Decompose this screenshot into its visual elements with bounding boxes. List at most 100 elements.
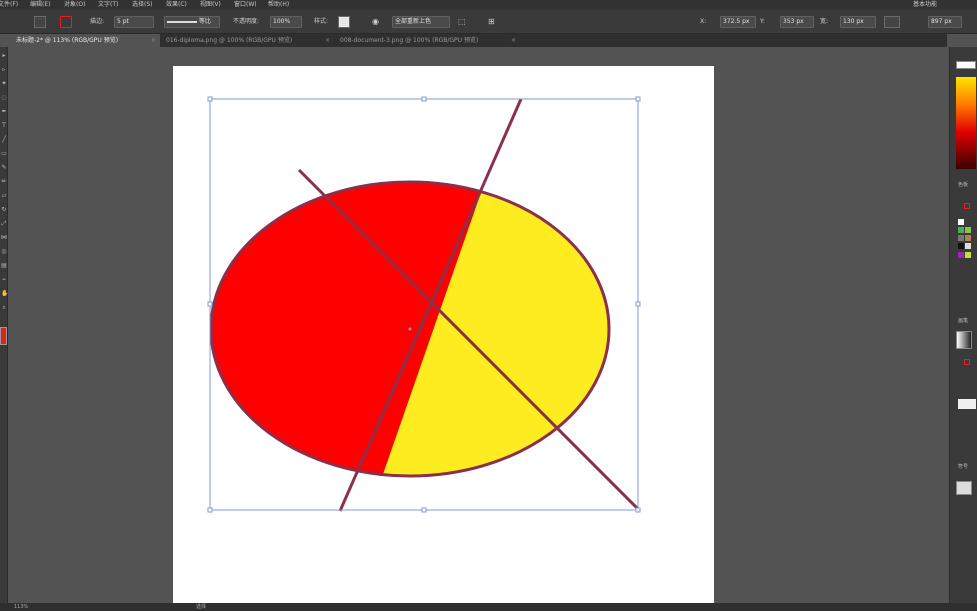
swatch-gray[interactable] — [958, 235, 964, 241]
status-bar: 113% 选择 — [0, 603, 977, 611]
close-icon[interactable]: × — [325, 34, 330, 47]
lasso-tool-icon[interactable]: ◌ — [1, 95, 7, 101]
zoom-level[interactable]: 113% — [14, 603, 28, 611]
width-tool-icon[interactable]: ⋈ — [1, 235, 7, 241]
w-label: 宽: — [820, 18, 829, 25]
magic-wand-tool-icon[interactable]: ✦ — [1, 81, 7, 87]
x-label: X: — [700, 18, 707, 25]
control-bar: 描边: 5 pt 等比 不透明度: 100% 样式: ◉ 全部重新上色 ⬚ ⊞ … — [0, 10, 977, 34]
handle-top-left[interactable] — [207, 96, 213, 102]
opacity-label: 不透明度: — [233, 18, 260, 25]
swatch-brown[interactable] — [965, 235, 971, 241]
handle-middle-left[interactable] — [207, 301, 213, 307]
symbol-thumbnail[interactable] — [956, 481, 972, 495]
menu-bar: 文件(F) 编辑(E) 对象(O) 文字(T) 选择(S) 效果(C) 视图(V… — [0, 0, 977, 10]
menu-type[interactable]: 文字(T) — [98, 0, 118, 10]
rotate-tool-icon[interactable]: ↻ — [1, 207, 7, 213]
swatch-white[interactable] — [958, 219, 964, 225]
swatch-purple[interactable] — [958, 252, 964, 258]
rectangle-tool-icon[interactable]: ▭ — [1, 151, 7, 157]
right-panel-dock: 色板 画笔 符号 — [949, 47, 977, 603]
line-tool-icon[interactable]: ╱ — [1, 137, 7, 143]
tools-panel: ▸ ▹ ✦ ◌ ✒ T ╱ ▭ ✎ ✏ ▱ ↻ ⤢ ⋈ ◎ ▤ ⌁ ✋ ⌕ — [0, 47, 8, 603]
handle-middle-right[interactable] — [635, 301, 641, 307]
menu-file[interactable]: 文件(F) — [0, 0, 18, 10]
eraser-tool-icon[interactable]: ▱ — [1, 193, 7, 199]
transform-icon[interactable]: ⊞ — [488, 16, 495, 28]
opacity-field[interactable]: 100% — [270, 16, 302, 28]
swatch-silver[interactable] — [965, 243, 971, 249]
menu-help[interactable]: 帮助(H) — [268, 0, 289, 10]
stroke-swatch[interactable] — [60, 16, 72, 28]
stroke-weight-field[interactable]: 5 pt — [114, 16, 154, 28]
menu-view[interactable]: 视图(V) — [200, 0, 221, 10]
selection-tool-icon[interactable]: ▸ — [1, 53, 7, 59]
center-point — [408, 327, 412, 331]
stroke-none-icon[interactable] — [964, 359, 970, 365]
paintbrush-tool-icon[interactable]: ✎ — [1, 165, 7, 171]
workspace-switcher[interactable]: 基本功能 — [913, 0, 937, 10]
link-proportions-icon[interactable] — [884, 16, 900, 28]
profile-label: 等比 — [198, 18, 211, 25]
y-label: Y: — [760, 18, 765, 25]
artboard[interactable] — [173, 66, 714, 603]
swatch-lime[interactable] — [965, 252, 971, 258]
close-icon[interactable]: × — [511, 34, 516, 47]
close-icon[interactable]: × — [151, 34, 156, 47]
align-icon[interactable]: ⬚ — [458, 16, 466, 28]
h-field[interactable]: 897 px — [928, 16, 962, 28]
style-label: 样式: — [314, 18, 329, 25]
swatch-green[interactable] — [958, 227, 964, 233]
tab-document-2[interactable]: 016-diploma.png @ 100% (RGB/GPU 预览) × — [162, 34, 334, 47]
scale-tool-icon[interactable]: ⤢ — [1, 221, 7, 227]
symbols-panel-title: 符号 — [958, 464, 969, 470]
handle-top-center[interactable] — [421, 96, 427, 102]
x-field[interactable]: 372.5 px — [720, 16, 756, 28]
menu-window[interactable]: 窗口(W) — [234, 0, 257, 10]
color-swatch-white[interactable] — [956, 61, 976, 69]
recolor-icon[interactable]: ◉ — [372, 16, 379, 28]
handle-bottom-left[interactable] — [207, 507, 213, 513]
tab-document-3[interactable]: 008-document-3.png @ 100% (RGB/GPU 预览) × — [336, 34, 520, 47]
direct-selection-tool-icon[interactable]: ▹ — [1, 67, 7, 73]
swatch-black[interactable] — [958, 243, 964, 249]
fill-swatch[interactable] — [34, 16, 46, 28]
pen-tool-icon[interactable]: ✒ — [1, 109, 7, 115]
handle-bottom-right[interactable] — [635, 507, 641, 513]
w-field[interactable]: 130 px — [840, 16, 876, 28]
type-tool-icon[interactable]: T — [1, 123, 7, 129]
hand-tool-icon[interactable]: ✋ — [1, 291, 8, 297]
gradient-tool-icon[interactable]: ▤ — [1, 263, 7, 269]
ellipse-fill-group — [211, 182, 609, 476]
tab-label: 未标题-2* @ 113% (RGB/GPU 预览) — [16, 37, 119, 44]
recolor-artwork-button[interactable]: 全部重新上色 — [392, 16, 450, 28]
pencil-tool-icon[interactable]: ✏ — [1, 179, 7, 185]
fill-stroke-swatch[interactable] — [0, 327, 7, 345]
menu-effect[interactable]: 效果(C) — [166, 0, 187, 10]
menu-edit[interactable]: 编辑(E) — [30, 0, 50, 10]
eyedropper-tool-icon[interactable]: ⌁ — [1, 277, 7, 283]
gradient-swatch[interactable] — [956, 331, 972, 349]
brushes-panel-title: 画笔 — [958, 318, 969, 324]
color-spectrum[interactable] — [956, 77, 976, 169]
handle-top-right[interactable] — [635, 96, 641, 102]
profile-line — [167, 20, 197, 23]
shape-builder-tool-icon[interactable]: ◎ — [1, 249, 7, 255]
handle-bottom-center[interactable] — [421, 507, 427, 513]
tab-document-1[interactable]: 未标题-2* @ 113% (RGB/GPU 预览) × — [12, 34, 160, 47]
appearance-swatch[interactable] — [958, 399, 976, 409]
tab-label: 016-diploma.png @ 100% (RGB/GPU 预览) — [166, 37, 293, 44]
menu-object[interactable]: 对象(O) — [64, 0, 85, 10]
menu-select[interactable]: 选择(S) — [132, 0, 153, 10]
graphic-style-swatch[interactable] — [338, 16, 350, 28]
tab-label: 008-document-3.png @ 100% (RGB/GPU 预览) — [340, 37, 479, 44]
swatch-lightgreen[interactable] — [965, 227, 971, 233]
none-swatch[interactable] — [964, 203, 970, 209]
variable-width-profile[interactable]: 等比 — [164, 16, 220, 28]
status-mode[interactable]: 选择 — [196, 603, 206, 611]
document-tab-bar: 未标题-2* @ 113% (RGB/GPU 预览) × 016-diploma… — [12, 34, 947, 47]
artwork-canvas[interactable] — [173, 66, 714, 603]
swatches-panel-title: 色板 — [958, 182, 969, 188]
zoom-tool-icon[interactable]: ⌕ — [1, 305, 7, 311]
y-field[interactable]: 353 px — [780, 16, 814, 28]
